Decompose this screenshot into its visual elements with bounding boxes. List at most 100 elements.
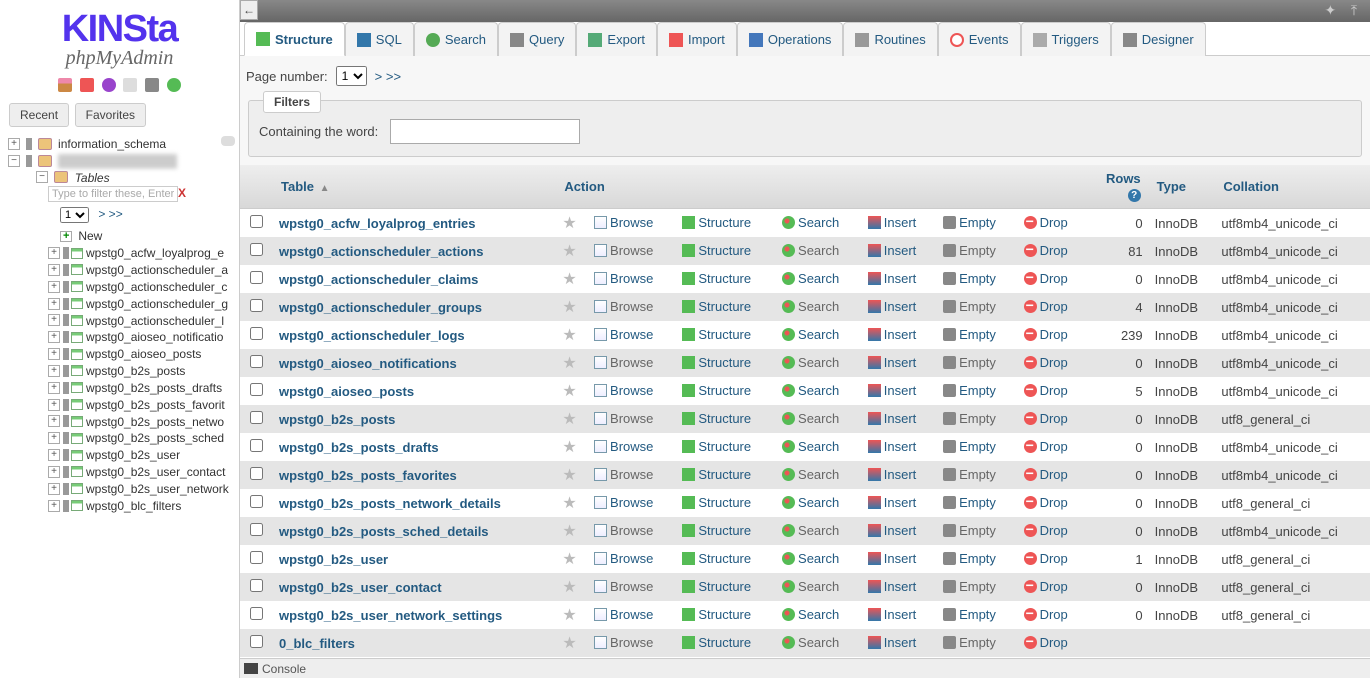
insert-action[interactable]: Insert xyxy=(868,215,917,230)
favorite-icon[interactable]: ★ xyxy=(562,495,576,512)
insert-action[interactable]: Insert xyxy=(868,579,917,594)
search-action[interactable]: Search xyxy=(782,383,839,398)
row-checkbox[interactable] xyxy=(250,271,263,284)
insert-action[interactable]: Insert xyxy=(868,439,917,454)
empty-action[interactable]: Empty xyxy=(943,607,996,622)
expand-icon[interactable]: + xyxy=(48,432,60,444)
table-name-link[interactable]: wpstg0_b2s_posts_sched_details xyxy=(279,524,489,539)
expand-icon[interactable]: + xyxy=(48,449,60,461)
empty-action[interactable]: Empty xyxy=(943,271,996,286)
table-name-link[interactable]: wpstg0_b2s_posts_network_details xyxy=(279,496,501,511)
tab-designer[interactable]: Designer xyxy=(1111,22,1206,56)
search-action[interactable]: Search xyxy=(782,495,839,510)
tree-table-item[interactable]: +wpstg0_b2s_posts_netwo xyxy=(0,413,239,430)
reload-icon[interactable] xyxy=(167,78,181,92)
browse-action[interactable]: Browse xyxy=(594,467,653,482)
search-action[interactable]: Search xyxy=(782,271,839,286)
browse-action[interactable]: Browse xyxy=(594,299,653,314)
table-name-link[interactable]: wpstg0_actionscheduler_groups xyxy=(279,300,482,315)
search-action[interactable]: Search xyxy=(782,327,839,342)
expand-icon[interactable]: + xyxy=(48,382,60,394)
docs-icon[interactable] xyxy=(102,78,116,92)
drop-action[interactable]: Drop xyxy=(1024,411,1068,426)
tree-table-item[interactable]: +wpstg0_actionscheduler_a xyxy=(0,261,239,278)
structure-action[interactable]: Structure xyxy=(682,523,751,538)
favorite-icon[interactable]: ★ xyxy=(562,215,576,232)
expand-icon[interactable]: + xyxy=(48,365,60,377)
table-name-link[interactable]: wpstg0_actionscheduler_logs xyxy=(279,328,465,343)
structure-action[interactable]: Structure xyxy=(682,243,751,258)
search-action[interactable]: Search xyxy=(782,635,839,650)
col-collation[interactable]: Collation xyxy=(1215,165,1370,209)
insert-action[interactable]: Insert xyxy=(868,551,917,566)
expand-icon[interactable]: + xyxy=(48,415,60,427)
collapse-sidebar-button[interactable]: ← xyxy=(240,0,258,20)
expand-icon[interactable]: + xyxy=(48,500,60,512)
structure-action[interactable]: Structure xyxy=(682,271,751,286)
empty-action[interactable]: Empty xyxy=(943,327,996,342)
search-action[interactable]: Search xyxy=(782,215,839,230)
tree-table-item[interactable]: +wpstg0_aioseo_posts xyxy=(0,345,239,362)
tab-triggers[interactable]: Triggers xyxy=(1021,22,1111,56)
logout-icon[interactable] xyxy=(80,78,94,92)
browse-action[interactable]: Browse xyxy=(594,327,653,342)
insert-action[interactable]: Insert xyxy=(868,411,917,426)
favorite-icon[interactable]: ★ xyxy=(562,523,576,540)
home-icon[interactable] xyxy=(58,78,72,92)
row-checkbox[interactable] xyxy=(250,355,263,368)
collapse-icon[interactable]: − xyxy=(36,171,48,183)
recent-button[interactable]: Recent xyxy=(9,103,69,127)
browse-action[interactable]: Browse xyxy=(594,607,653,622)
tab-events[interactable]: Events xyxy=(938,22,1021,56)
browse-action[interactable]: Browse xyxy=(594,271,653,286)
expand-icon[interactable]: + xyxy=(48,399,60,411)
row-checkbox[interactable] xyxy=(250,579,263,592)
browse-action[interactable]: Browse xyxy=(594,439,653,454)
favorite-icon[interactable]: ★ xyxy=(562,271,576,288)
structure-action[interactable]: Structure xyxy=(682,607,751,622)
insert-action[interactable]: Insert xyxy=(868,467,917,482)
table-name-link[interactable]: wpstg0_aioseo_posts xyxy=(279,384,414,399)
settings-icon[interactable] xyxy=(145,78,159,92)
search-action[interactable]: Search xyxy=(782,467,839,482)
tree-new-table[interactable]: New xyxy=(0,227,239,244)
insert-action[interactable]: Insert xyxy=(868,271,917,286)
table-name-link[interactable]: wpstg0_b2s_user_network_settings xyxy=(279,608,502,623)
drop-action[interactable]: Drop xyxy=(1024,271,1068,286)
browse-action[interactable]: Browse xyxy=(594,635,653,650)
drop-action[interactable]: Drop xyxy=(1024,495,1068,510)
tree-current-db[interactable]: − ██████████████ xyxy=(0,152,239,169)
tab-routines[interactable]: Routines xyxy=(843,22,937,56)
table-name-link[interactable]: wpstg0_b2s_posts_drafts xyxy=(279,440,439,455)
drop-action[interactable]: Drop xyxy=(1024,383,1068,398)
table-name-link[interactable]: wpstg0_b2s_posts xyxy=(279,412,395,427)
drop-action[interactable]: Drop xyxy=(1024,467,1068,482)
drop-action[interactable]: Drop xyxy=(1024,299,1068,314)
drop-action[interactable]: Drop xyxy=(1024,243,1068,258)
insert-action[interactable]: Insert xyxy=(868,327,917,342)
structure-action[interactable]: Structure xyxy=(682,411,751,426)
empty-action[interactable]: Empty xyxy=(943,551,996,566)
insert-action[interactable]: Insert xyxy=(868,355,917,370)
structure-action[interactable]: Structure xyxy=(682,495,751,510)
search-action[interactable]: Search xyxy=(782,243,839,258)
insert-action[interactable]: Insert xyxy=(868,607,917,622)
search-action[interactable]: Search xyxy=(782,551,839,566)
drop-action[interactable]: Drop xyxy=(1024,579,1068,594)
tree-pager-arrows[interactable]: > >> xyxy=(98,207,122,221)
tab-import[interactable]: Import xyxy=(657,22,737,56)
tree-table-item[interactable]: +wpstg0_b2s_user_contact xyxy=(0,463,239,480)
row-checkbox[interactable] xyxy=(250,383,263,396)
browse-action[interactable]: Browse xyxy=(594,411,653,426)
search-action[interactable]: Search xyxy=(782,411,839,426)
tree-pager-select[interactable]: 1 xyxy=(60,207,89,223)
page-settings-icon[interactable]: ✦ xyxy=(1322,2,1338,18)
browse-action[interactable]: Browse xyxy=(594,579,653,594)
tab-operations[interactable]: Operations xyxy=(737,22,844,56)
collapse-icon[interactable]: − xyxy=(8,155,20,167)
favorite-icon[interactable]: ★ xyxy=(562,327,576,344)
favorite-icon[interactable]: ★ xyxy=(562,411,576,428)
empty-action[interactable]: Empty xyxy=(943,523,996,538)
col-rows[interactable]: Rows? xyxy=(1088,165,1149,209)
rows-help-icon[interactable]: ? xyxy=(1128,189,1141,202)
